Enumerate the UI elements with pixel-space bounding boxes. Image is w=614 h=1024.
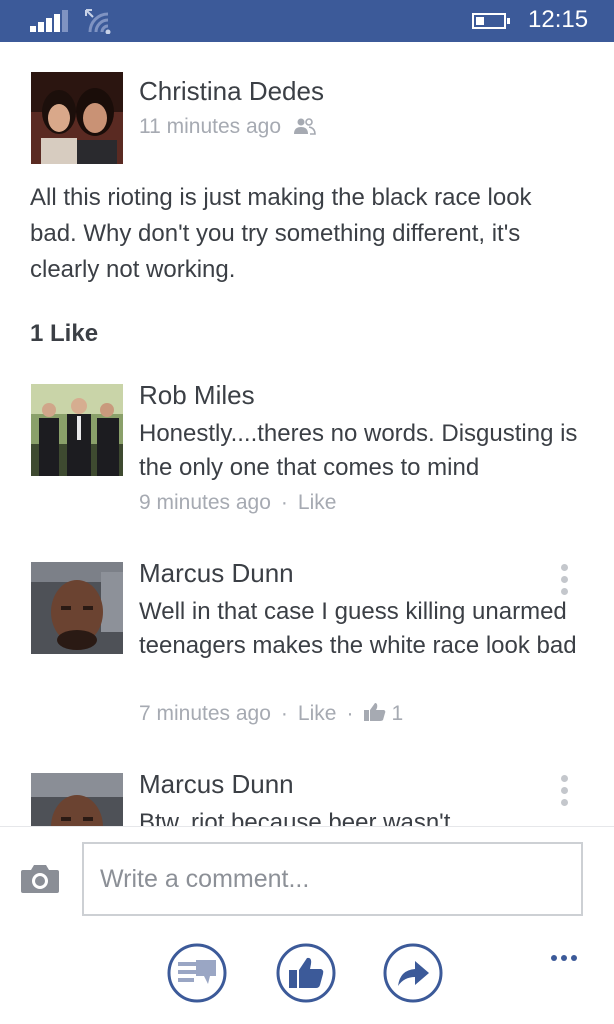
comment-meta: 7 minutes ago · Like · 1	[139, 702, 404, 725]
comment-text: Well in that case I guess killing unarme…	[139, 598, 577, 659]
status-bar: 12:15	[0, 0, 614, 42]
signal-strength-icon	[30, 10, 70, 32]
post-timestamp-text: 11 minutes ago	[139, 115, 282, 138]
comment-avatar[interactable]	[31, 773, 123, 826]
comment-timestamp: 9 minutes ago	[139, 491, 271, 514]
comment-icon[interactable]	[166, 942, 228, 1004]
comment-author-name[interactable]: Rob Miles	[139, 380, 255, 411]
comment-text: Honestly....theres no words. Disgusting …	[139, 420, 578, 481]
thumbs-up-icon	[364, 703, 386, 721]
post-author-name[interactable]: Christina Dedes	[139, 76, 324, 107]
comment-author-name[interactable]: Marcus Dunn	[139, 769, 294, 800]
friends-audience-icon	[293, 118, 316, 135]
comment-like-link[interactable]: Like	[298, 491, 337, 514]
comment-options-menu[interactable]	[556, 775, 572, 813]
comment-input-box[interactable]	[82, 842, 583, 916]
composer-divider	[0, 826, 614, 827]
comment-avatar[interactable]	[31, 384, 123, 476]
comment-options-menu[interactable]	[556, 564, 572, 602]
wifi-icon	[85, 9, 111, 34]
battery-icon	[472, 13, 510, 29]
comment-like-count: 1	[391, 702, 404, 725]
avatar[interactable]	[31, 72, 123, 164]
camera-icon[interactable]	[20, 862, 60, 894]
comment-like-link[interactable]: Like	[298, 702, 337, 725]
comment-meta: 9 minutes ago · Like	[139, 491, 337, 514]
comment-input[interactable]	[84, 844, 581, 914]
post-like-count[interactable]: 1 Like	[30, 320, 98, 348]
comment-timestamp: 7 minutes ago	[139, 702, 271, 725]
like-icon[interactable]	[275, 942, 337, 1004]
more-dots-icon[interactable]	[551, 946, 585, 961]
action-bar	[0, 942, 614, 1014]
share-icon[interactable]	[382, 942, 444, 1004]
comment-author-name[interactable]: Marcus Dunn	[139, 558, 294, 589]
post-detail-feed[interactable]: Christina Dedes 11 minutes ago All this …	[0, 42, 614, 826]
post-text: All this rioting is just making the blac…	[30, 184, 532, 283]
post-timestamp: 11 minutes ago	[139, 115, 317, 139]
comment-text: Btw, riot because beer wasn't	[139, 809, 451, 826]
comment-avatar[interactable]	[31, 562, 123, 654]
clock: 12:15	[528, 6, 589, 33]
